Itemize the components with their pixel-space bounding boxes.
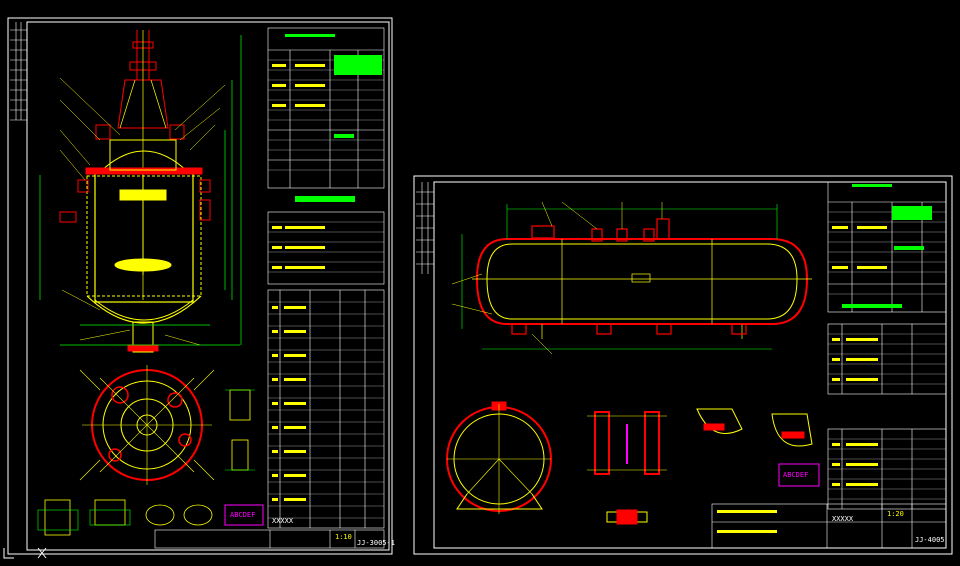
left-drawing-number: JJ-3005-1 — [357, 539, 395, 547]
ucs-axis-icon — [2, 545, 52, 564]
right-title-block-code: XXXXX — [832, 515, 854, 523]
left-sheet-canvas[interactable] — [0, 0, 400, 566]
right-sheet-inner-border — [433, 181, 947, 549]
right-stamp-text: ABCDEF — [783, 471, 809, 479]
left-title-block-code: XXXXX — [272, 517, 294, 525]
left-scale-label: 1:10 — [335, 533, 352, 541]
right-sheet-canvas[interactable] — [412, 174, 956, 558]
right-drawing-sheet[interactable]: XXXXX 1:20 JJ-4005 ABCDEF — [412, 174, 956, 558]
right-sheet-border — [413, 175, 953, 555]
left-stamp-text: ABCDEF — [230, 511, 256, 519]
right-scale-label: 1:20 — [887, 510, 904, 518]
left-drawing-sheet[interactable]: XXXXX 1:10 JJ-3005-1 ABCDEF — [0, 0, 400, 566]
right-drawing-number: JJ-4005 — [915, 536, 945, 544]
left-sheet-inner-border — [26, 21, 390, 551]
left-sheet-border — [7, 17, 393, 555]
